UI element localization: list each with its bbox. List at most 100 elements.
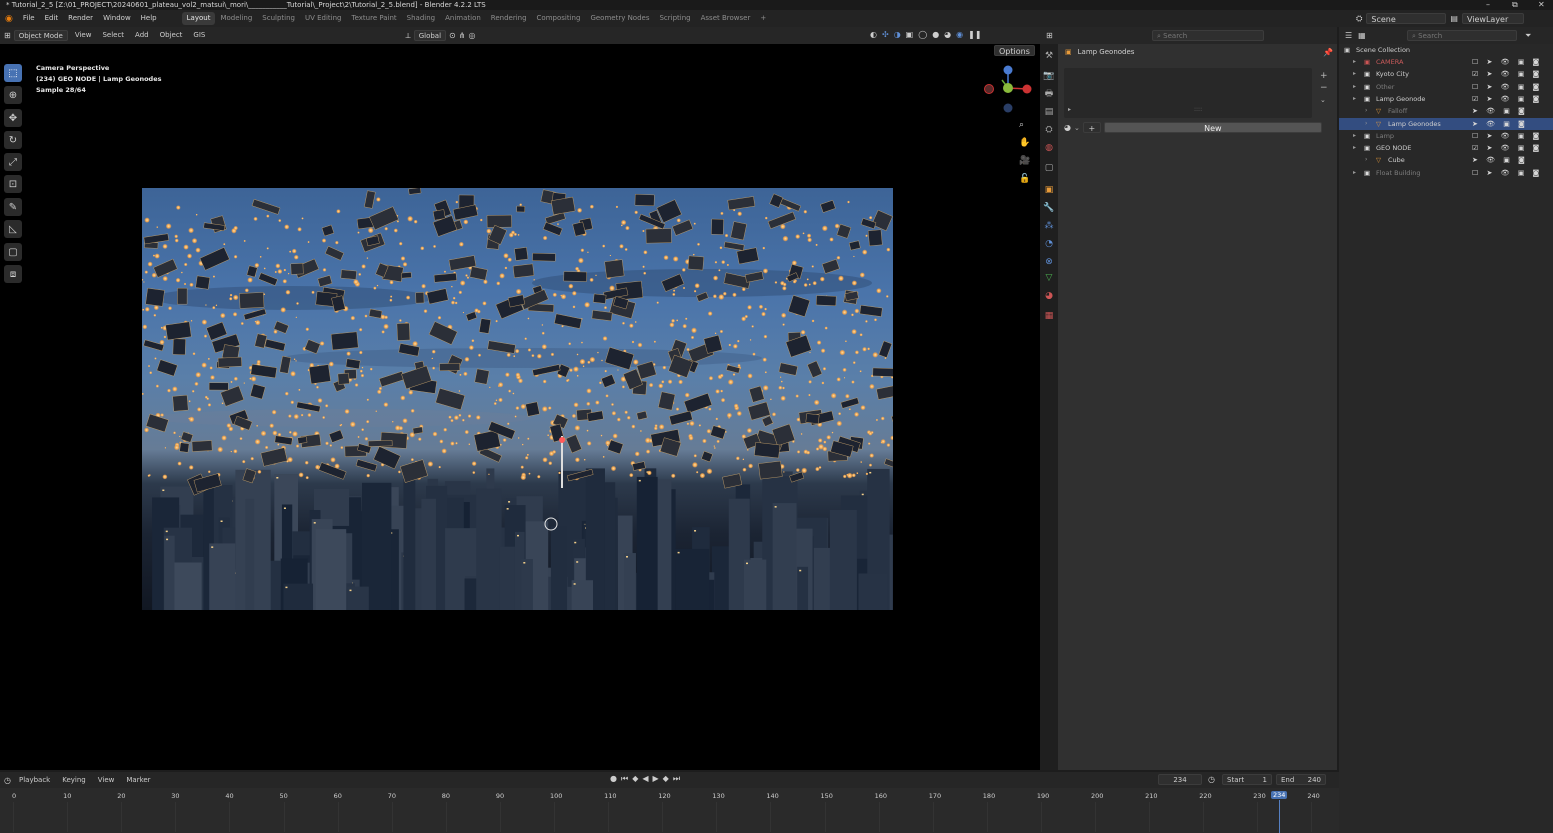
expand-arrow-icon[interactable]: ▸ [1353, 68, 1356, 80]
menu-keying[interactable]: Keying [58, 775, 90, 786]
menu-object[interactable]: Object [156, 30, 187, 41]
xray-icon[interactable]: ▣ [906, 30, 914, 39]
pivot-icon[interactable]: ⊙ [449, 31, 456, 40]
render-tab-icon[interactable]: 📷 [1043, 70, 1055, 82]
visibility-toggle-icons[interactable]: ☐ ➤ 👁 ▣ ◙ [1472, 56, 1542, 68]
visibility-icon[interactable]: ◐ [870, 30, 877, 39]
visibility-toggle-icons[interactable]: ☐ ➤ 👁 ▣ ◙ [1472, 167, 1542, 179]
tab-layout[interactable]: Layout [181, 12, 216, 25]
material-slot-list[interactable]: ▸ :::: [1064, 68, 1312, 118]
menu-help[interactable]: Help [136, 10, 162, 27]
view-layer-tab-icon[interactable]: ▤ [1043, 106, 1055, 118]
menu-file[interactable]: File [18, 10, 40, 27]
menu-marker[interactable]: Marker [122, 775, 154, 786]
proportional-edit-icon[interactable]: ◎ [468, 31, 475, 40]
playhead-line[interactable] [1279, 800, 1280, 833]
next-keyframe-icon[interactable]: ◆ [663, 774, 669, 784]
object-mode-dropdown[interactable]: Object Mode [13, 30, 68, 41]
tab-compositing[interactable]: Compositing [532, 10, 586, 27]
tab-shading[interactable]: Shading [402, 10, 440, 27]
scene-tab-icon[interactable]: ⛭ [1043, 124, 1055, 136]
outliner-row[interactable]: ▸ ▣ Lamp Geonode ☑ ➤ 👁 ▣ ◙ [1339, 93, 1553, 105]
new-material-button[interactable]: New [1103, 122, 1322, 133]
outliner-row[interactable]: ▸ ▣ Float Building ☐ ➤ 👁 ▣ ◙ [1339, 167, 1553, 179]
outliner-row[interactable]: › ▽ Cube ➤ 👁 ▣ ◙ [1339, 154, 1553, 166]
move-tool-icon[interactable]: ✥ [4, 109, 22, 127]
expand-arrow-icon[interactable]: › [1365, 118, 1367, 130]
world-tab-icon[interactable]: ◍ [1043, 142, 1055, 154]
modifier-tab-icon[interactable]: 🔧 [1043, 202, 1055, 214]
outliner-row[interactable]: › ▽ Falloff ➤ 👁 ▣ ◙ [1339, 105, 1553, 117]
tab-geometry-nodes[interactable]: Geometry Nodes [585, 10, 654, 27]
add-workspace-button[interactable]: + [755, 10, 771, 27]
editor-type-icon[interactable]: ⊞ [4, 31, 11, 40]
minimize-button[interactable]: – [1486, 0, 1490, 10]
start-frame-field[interactable]: Start 1 [1222, 774, 1272, 785]
texture-tab-icon[interactable]: ▦ [1043, 310, 1055, 322]
zoom-icon[interactable]: ⌕ [1019, 116, 1030, 134]
cursor-tool-icon[interactable]: ⊕ [4, 86, 22, 104]
pin-icon[interactable]: 📌 [1323, 48, 1333, 57]
rotate-tool-icon[interactable]: ↻ [4, 131, 22, 149]
options-dropdown[interactable]: Options [994, 45, 1035, 56]
lock-camera-icon[interactable]: 🔓 [1019, 170, 1030, 188]
close-button[interactable]: ✕ [1538, 0, 1545, 10]
filter-icon[interactable]: ⏷ [1525, 31, 1531, 41]
expand-arrow-icon[interactable]: ▸ [1068, 106, 1071, 113]
prev-keyframe-icon[interactable]: ◆ [632, 774, 638, 784]
outliner-search-input[interactable]: ⌕ Search [1407, 30, 1517, 41]
expand-arrow-icon[interactable]: ▸ [1353, 142, 1356, 154]
properties-search-input[interactable]: ⌕ Search [1152, 30, 1264, 41]
object-tab-icon[interactable]: ▣ [1043, 184, 1055, 196]
current-frame-field[interactable]: 234 [1158, 774, 1202, 785]
expand-arrow-icon[interactable]: › [1365, 105, 1367, 117]
expand-arrow-icon[interactable]: ▸ [1353, 167, 1356, 179]
visibility-toggle-icons[interactable]: ➤ 👁 ▣ ◙ [1472, 118, 1528, 130]
visibility-toggle-icons[interactable]: ➤ 👁 ▣ ◙ [1472, 105, 1528, 117]
tab-texture-paint[interactable]: Texture Paint [347, 10, 402, 27]
material-browse-arrow-icon[interactable]: ⌄ [1074, 124, 1080, 132]
preview-range-icon[interactable]: ◷ [1208, 775, 1215, 784]
outliner-editor-type-icon[interactable]: ☰ [1345, 31, 1352, 40]
menu-timeline-view[interactable]: View [94, 775, 119, 786]
outliner-row[interactable]: ▸ ▣ CAMERA ☐ ➤ 👁 ▣ ◙ [1339, 56, 1553, 68]
menu-render[interactable]: Render [63, 10, 98, 27]
collection-tab-icon[interactable]: ▢ [1043, 162, 1055, 174]
visibility-toggle-icons[interactable]: ➤ 👁 ▣ ◙ [1472, 154, 1528, 166]
tab-modeling[interactable]: Modeling [215, 10, 257, 27]
maximize-button[interactable]: ⧉ [1512, 0, 1518, 10]
tab-asset-browser[interactable]: Asset Browser [696, 10, 756, 27]
outliner-row[interactable]: › ▽ Lamp Geonodes ➤ 👁 ▣ ◙ [1339, 117, 1553, 130]
display-mode-icon[interactable]: ▦ [1358, 31, 1366, 40]
menu-view[interactable]: View [71, 30, 96, 41]
menu-window[interactable]: Window [98, 10, 136, 27]
material-tab-icon[interactable]: ◕ [1043, 290, 1055, 302]
add-primitive-tool-icon[interactable]: ⧈ [4, 265, 22, 283]
scale-tool-icon[interactable]: ⤢ [4, 153, 22, 171]
material-browse-icon[interactable]: ◕ [1064, 123, 1071, 132]
playhead-frame-badge[interactable]: 234 [1271, 791, 1288, 799]
outliner-row[interactable]: ▸ ▣ GEO NODE ☑ ➤ 👁 ▣ ◙ [1339, 142, 1553, 154]
tab-sculpting[interactable]: Sculpting [257, 10, 300, 27]
wireframe-shading-icon[interactable]: ◯ [918, 30, 927, 39]
visibility-toggle-icons[interactable]: ☐ ➤ 👁 ▣ ◙ [1472, 130, 1542, 142]
visibility-toggle-icons[interactable]: ☐ ➤ 👁 ▣ ◙ [1472, 81, 1542, 93]
solid-shading-icon[interactable]: ● [932, 30, 939, 39]
tab-scripting[interactable]: Scripting [654, 10, 695, 27]
list-resize-handle[interactable]: :::: [1194, 106, 1202, 113]
material-shading-icon[interactable]: ◕ [944, 30, 951, 39]
visibility-toggle-icons[interactable]: ☑ ➤ 👁 ▣ ◙ [1472, 142, 1542, 154]
pause-render-icon[interactable]: ❚❚ [968, 30, 981, 39]
expand-arrow-icon[interactable]: ▸ [1353, 93, 1356, 105]
expand-arrow-icon[interactable]: ▸ [1353, 56, 1356, 68]
pan-hand-icon[interactable]: ✋ [1019, 134, 1030, 152]
menu-select[interactable]: Select [98, 30, 128, 41]
expand-arrow-icon[interactable]: ▸ [1353, 81, 1356, 93]
add-material-icon[interactable]: + [1082, 122, 1101, 133]
play-reverse-icon[interactable]: ◀ [642, 774, 648, 784]
expand-arrow-icon[interactable]: ▸ [1353, 130, 1356, 142]
menu-playback[interactable]: Playback [15, 775, 54, 786]
tool-tab-icon[interactable]: ⚒ [1043, 50, 1055, 62]
slot-menu-icon[interactable]: ⌄ [1320, 94, 1328, 106]
scene-selector[interactable]: Scene [1366, 13, 1447, 24]
